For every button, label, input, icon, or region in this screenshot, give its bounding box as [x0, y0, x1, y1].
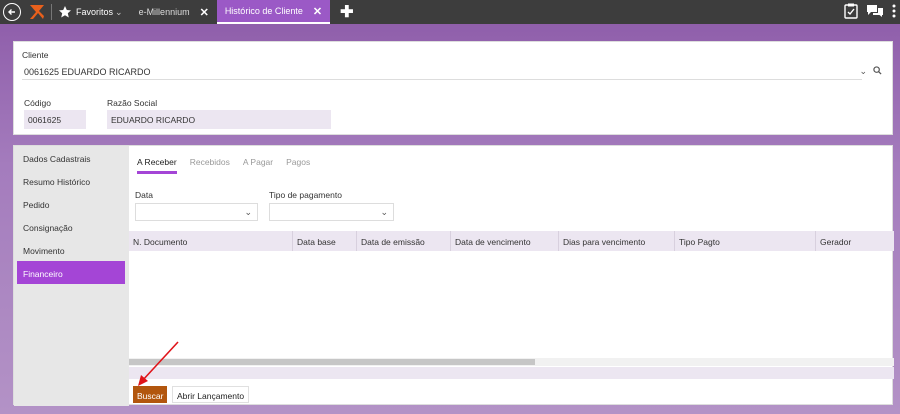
- column-header[interactable]: Gerador: [816, 231, 894, 251]
- favoritos-menu[interactable]: Favoritos ⌄: [58, 5, 123, 19]
- more-vertical-icon[interactable]: [892, 4, 896, 18]
- subtabs: A Receber Recebidos A Pagar Pagos: [137, 157, 310, 174]
- tab-pagos[interactable]: Pagos: [286, 157, 310, 174]
- sidebar: Dados Cadastrais Resumo Histórico Pedido…: [14, 146, 129, 406]
- abrir-lancamento-button[interactable]: Abrir Lançamento: [172, 386, 250, 403]
- sidebar-item-pedido[interactable]: Pedido: [14, 192, 129, 215]
- add-tab-icon[interactable]: ✚: [340, 2, 353, 22]
- divider: [51, 4, 52, 20]
- chevron-down-icon: ⌄: [244, 207, 252, 217]
- arrow-left-icon: [8, 9, 15, 15]
- clipboard-icon[interactable]: [844, 3, 858, 19]
- column-header[interactable]: Data de vencimento: [451, 231, 559, 251]
- chevron-down-icon: ⌄: [380, 207, 388, 217]
- tab-label: Histórico de Cliente: [224, 6, 303, 16]
- column-header[interactable]: Tipo Pagto: [675, 231, 816, 251]
- tab-a-pagar[interactable]: A Pagar: [243, 157, 273, 174]
- column-header[interactable]: Dias para vencimento: [559, 231, 675, 251]
- razao-social-field[interactable]: EDUARDO RICARDO: [107, 110, 331, 129]
- grid-header: N. Documento Data base Data de emissão D…: [129, 231, 894, 251]
- close-icon[interactable]: ✕: [313, 5, 322, 18]
- sidebar-item-dados-cadastrais[interactable]: Dados Cadastrais: [14, 146, 129, 169]
- financeiro-content: A Receber Recebidos A Pagar Pagos Data ⌄…: [129, 146, 894, 406]
- grid-footer: [129, 367, 894, 379]
- data-label: Data: [135, 190, 153, 200]
- scrollbar-thumb[interactable]: [129, 359, 535, 365]
- codigo-field[interactable]: 0061625: [24, 110, 86, 129]
- back-button[interactable]: [3, 3, 21, 21]
- buscar-button[interactable]: Buscar: [133, 386, 168, 403]
- tab-e-millennium[interactable]: e-Millennium ✕: [131, 0, 217, 24]
- tab-a-receber[interactable]: A Receber: [137, 157, 177, 174]
- favoritos-label: Favoritos: [76, 7, 114, 17]
- chat-icon[interactable]: [866, 4, 884, 18]
- column-header[interactable]: Data de emissão: [357, 231, 451, 251]
- search-icon[interactable]: [873, 66, 882, 75]
- tab-historico-cliente[interactable]: Histórico de Cliente ✕: [216, 0, 331, 24]
- client-panel: Cliente 0061625 EDUARDO RICARDO ⌄ Código…: [13, 41, 893, 135]
- cliente-select[interactable]: 0061625 EDUARDO RICARDO: [22, 64, 862, 80]
- star-icon: [59, 6, 71, 18]
- tipo-pagamento-dropdown[interactable]: ⌄: [269, 203, 394, 221]
- tab-recebidos[interactable]: Recebidos: [190, 157, 230, 174]
- sidebar-item-financeiro[interactable]: Financeiro: [17, 261, 125, 284]
- tab-label: e-Millennium: [138, 7, 190, 17]
- cliente-label: Cliente: [22, 50, 49, 60]
- chevron-down-icon[interactable]: ⌄: [859, 66, 867, 77]
- data-dropdown[interactable]: ⌄: [135, 203, 258, 221]
- app-logo-icon: [30, 5, 44, 19]
- sidebar-item-resumo-historico[interactable]: Resumo Histórico: [14, 169, 129, 192]
- chevron-down-icon: ⌄: [115, 6, 123, 17]
- sidebar-item-consignacao[interactable]: Consignação: [14, 215, 129, 238]
- tipo-pagamento-label: Tipo de pagamento: [269, 190, 342, 200]
- annotation-arrow-icon: [138, 341, 179, 386]
- column-header[interactable]: Data base: [293, 231, 357, 251]
- codigo-label: Código: [24, 98, 51, 108]
- razao-social-label: Razão Social: [107, 98, 158, 108]
- sidebar-item-movimento[interactable]: Movimento: [14, 238, 129, 261]
- column-header[interactable]: N. Documento: [129, 231, 293, 251]
- close-icon[interactable]: ✕: [200, 6, 209, 19]
- top-bar: Favoritos ⌄ e-Millennium ✕ Histórico de …: [0, 0, 900, 24]
